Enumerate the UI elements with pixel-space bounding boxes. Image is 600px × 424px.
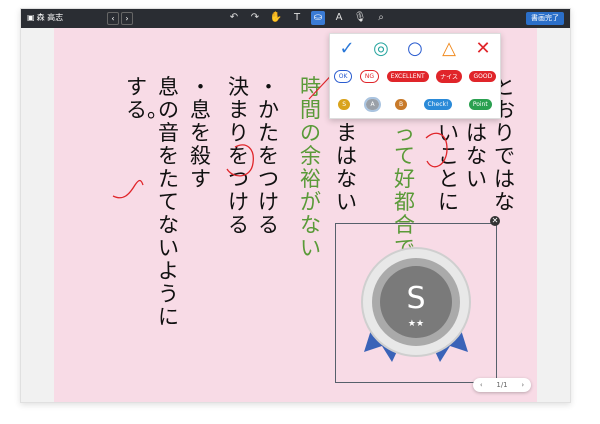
next-page-button[interactable]: › — [121, 12, 133, 25]
mic-icon[interactable]: 🎙 — [353, 11, 367, 25]
user-icon: ▣ — [27, 13, 35, 22]
double-circle-stamp[interactable]: ◎ — [366, 38, 396, 59]
stamp-tool-icon[interactable]: ⛀ — [311, 11, 325, 25]
nice-stamp[interactable]: ナイス — [436, 69, 462, 83]
bronze-medal-stamp[interactable]: B — [394, 98, 408, 110]
cross-stamp[interactable]: ✕ — [468, 38, 498, 59]
placed-stamp-selection[interactable]: S ★★ — [335, 223, 497, 383]
pager-prev-icon[interactable]: ‹ — [480, 378, 483, 392]
gold-medal-stamp[interactable]: S — [338, 98, 351, 110]
medal-letter: S — [406, 281, 425, 316]
undo-icon[interactable]: ↶ — [227, 11, 241, 25]
delete-stamp-icon[interactable]: ✕ — [490, 216, 500, 226]
silver-medal-stamp[interactable]: A — [364, 96, 381, 112]
silver-medal-icon: S ★★ — [361, 247, 471, 362]
zoom-icon[interactable]: ⌕ — [374, 11, 388, 25]
text-column: ・息を殺す — [190, 75, 211, 191]
top-toolbar: ▣ 森 高志 ‹ › ↶ ↷ ✋ T ⛀ A 🎙 ⌕ 書画完了 — [21, 9, 570, 28]
good-stamp[interactable]: GOOD — [469, 70, 497, 82]
page-indicator: ‹ 1/1 › — [473, 378, 531, 392]
text-column: 決まりをつける — [228, 75, 249, 237]
text-column: する。 — [126, 75, 168, 122]
point-label-stamp[interactable]: Point — [468, 98, 492, 110]
done-button[interactable]: 書画完了 — [526, 12, 564, 25]
ng-stamp[interactable]: NG — [359, 69, 380, 83]
excellent-stamp[interactable]: EXCELLENT — [386, 70, 429, 82]
triangle-stamp[interactable]: △ — [434, 38, 464, 59]
pen-tool-icon[interactable]: A — [332, 11, 346, 25]
circle-stamp[interactable]: ○ — [400, 38, 430, 59]
prev-page-button[interactable]: ‹ — [107, 12, 119, 25]
user-name: 森 高志 — [36, 13, 64, 22]
tool-group: ↶ ↷ ✋ T ⛀ A 🎙 ⌕ — [227, 11, 388, 25]
medal-stars: ★★ — [408, 319, 424, 329]
check-label-stamp[interactable]: Check! — [423, 98, 453, 110]
hand-icon[interactable]: ✋ — [269, 11, 283, 25]
text-tool-icon[interactable]: T — [290, 11, 304, 25]
stamp-palette: ✓ ◎ ○ △ ✕ OK NG EXCELLENT ナイス GOOD S A B… — [329, 33, 501, 119]
right-gutter — [537, 28, 570, 402]
user-info: ▣ 森 高志 — [27, 12, 63, 23]
text-column: 時間の余裕がない — [300, 75, 321, 260]
pager-text: 1/1 — [496, 381, 508, 389]
left-gutter — [21, 28, 54, 402]
check-stamp[interactable]: ✓ — [332, 38, 362, 59]
redo-icon[interactable]: ↷ — [248, 11, 262, 25]
page-nav: ‹ › — [107, 12, 133, 25]
pager-next-icon[interactable]: › — [521, 378, 524, 392]
ok-stamp[interactable]: OK — [333, 69, 353, 83]
text-column: ・かたをつける — [258, 75, 279, 237]
